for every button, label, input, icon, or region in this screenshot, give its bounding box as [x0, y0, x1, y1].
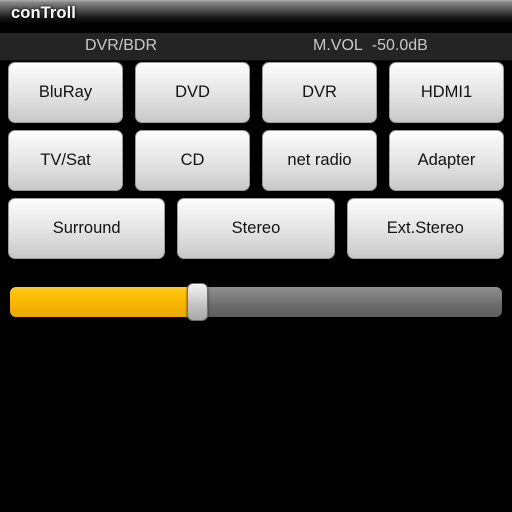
- button-label: HDMI1: [420, 83, 473, 101]
- empty-content-area: [0, 325, 512, 512]
- title-bar: conTroll: [0, 0, 512, 33]
- button-net-radio[interactable]: net radio: [262, 130, 377, 191]
- button-label: DVR: [302, 83, 337, 101]
- volume-slider-fill: [10, 287, 197, 317]
- button-label: Stereo: [231, 219, 281, 237]
- volume-slider[interactable]: [10, 283, 502, 321]
- button-label: Adapter: [417, 151, 476, 169]
- button-cd[interactable]: CD: [135, 130, 250, 191]
- button-label: BluRay: [38, 83, 93, 101]
- button-row-3: Surround Stereo Ext.Stereo: [0, 198, 512, 259]
- button-dvr[interactable]: DVR: [262, 62, 377, 123]
- app-title: conTroll: [11, 4, 76, 22]
- button-hdmi1[interactable]: HDMI1: [389, 62, 504, 123]
- volume-slider-track[interactable]: [10, 287, 502, 317]
- status-volume-group: M.VOL -50.0dB: [313, 37, 428, 55]
- button-stereo[interactable]: Stereo: [177, 198, 335, 259]
- app-window: conTroll DVR/BDR M.VOL -50.0dB BluRay DVD D…: [0, 0, 512, 512]
- status-volume-label: M.VOL: [313, 37, 363, 54]
- button-adapter[interactable]: Adapter: [389, 130, 504, 191]
- button-row-1: BluRay DVD DVR HDMI1: [0, 62, 512, 123]
- button-label: net radio: [287, 151, 352, 169]
- button-dvd[interactable]: DVD: [135, 62, 250, 123]
- source-button-grid: BluRay DVD DVR HDMI1 TV/Sat CD net radio Adapte…: [0, 62, 512, 266]
- button-label: CD: [180, 151, 205, 169]
- button-row-2: TV/Sat CD net radio Adapter: [0, 130, 512, 191]
- button-label: Surround: [52, 219, 121, 237]
- button-label: Ext.Stereo: [386, 219, 464, 237]
- button-tv-sat[interactable]: TV/Sat: [8, 130, 123, 191]
- status-bar: DVR/BDR M.VOL -50.0dB: [0, 33, 512, 61]
- button-surround[interactable]: Surround: [8, 198, 166, 259]
- button-ext-stereo[interactable]: Ext.Stereo: [346, 198, 504, 259]
- button-label: DVD: [175, 83, 210, 101]
- status-volume-value: -50.0dB: [371, 37, 428, 54]
- status-source-label: DVR/BDR: [85, 37, 158, 54]
- button-bluray[interactable]: BluRay: [8, 62, 123, 123]
- volume-slider-thumb[interactable]: [187, 283, 208, 321]
- button-label: TV/Sat: [40, 151, 91, 169]
